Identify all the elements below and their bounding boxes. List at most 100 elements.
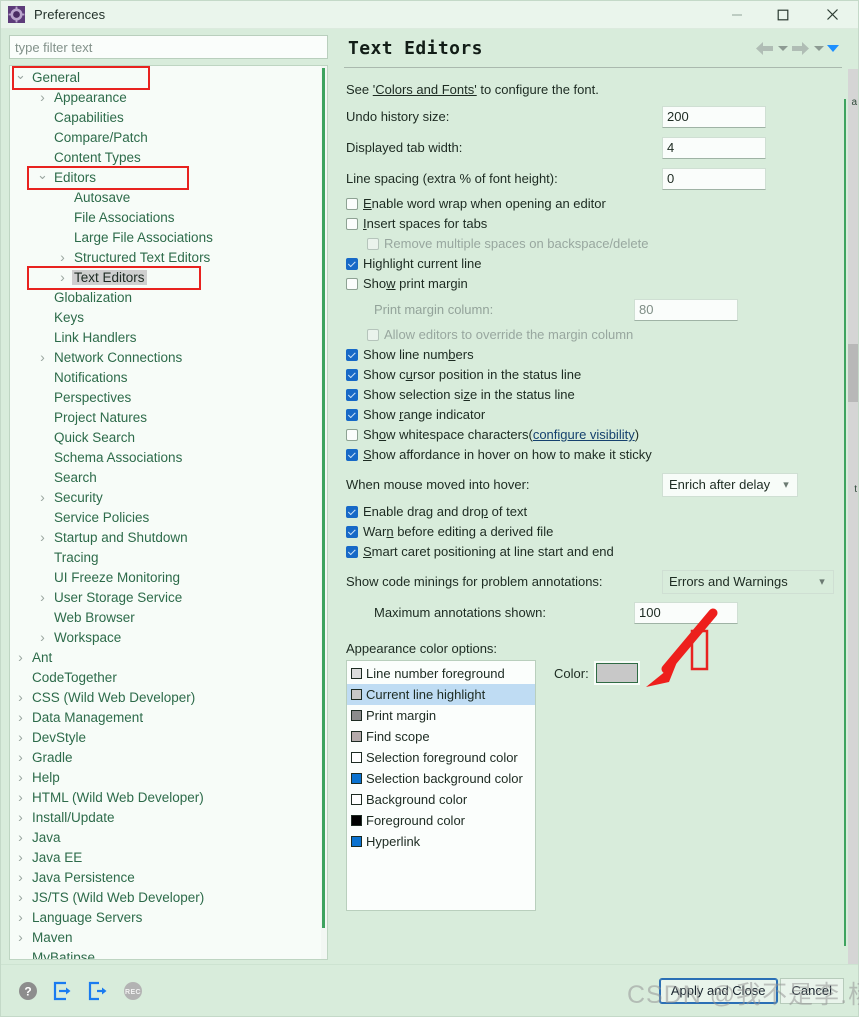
tree-item-codetogether[interactable]: CodeTogether [10,667,321,687]
tree-item-java[interactable]: › Java [10,827,321,847]
page-menu-icon[interactable] [826,43,839,54]
tree-item-perspectives[interactable]: Perspectives [10,387,321,407]
chevron-right-icon[interactable]: › [14,649,27,665]
checkbox-row[interactable]: Highlight current line [346,254,834,273]
chevron-down-icon[interactable]: ⌄ [14,67,27,83]
color-option-item[interactable]: Line number foreground [347,663,535,684]
chevron-right-icon[interactable]: › [14,809,27,825]
chevron-right-icon[interactable]: › [14,829,27,845]
tree-item-project-natures[interactable]: Project Natures [10,407,321,427]
cancel-button[interactable]: Cancel [779,977,844,1004]
whitespace-row[interactable]: Show whitespace characters (configure vi… [346,425,834,444]
minimize-button[interactable] [714,1,760,29]
close-button[interactable] [806,1,858,29]
checkbox[interactable] [346,505,358,518]
tree-item-data-management[interactable]: › Data Management [10,707,321,727]
checkbox-row[interactable]: Smart caret positioning at line start an… [346,542,834,561]
apply-and-close-button[interactable]: Apply and Close [658,977,778,1004]
chevron-right-icon[interactable]: › [56,249,69,265]
rec-icon[interactable]: REC [122,980,144,1002]
chevron-right-icon[interactable]: › [14,749,27,765]
checkbox-row[interactable]: Show cursor position in the status line [346,365,834,384]
tree-item-tracing[interactable]: Tracing [10,547,321,567]
forward-dropdown-icon[interactable] [813,43,824,54]
chevron-right-icon[interactable]: › [14,909,27,925]
chevron-right-icon[interactable]: › [36,629,49,645]
tree-item-link-handlers[interactable]: Link Handlers [10,327,321,347]
chevron-right-icon[interactable]: › [36,349,49,365]
tree-item-help[interactable]: › Help [10,767,321,787]
tree-item-keys[interactable]: Keys [10,307,321,327]
appearance-color-list[interactable]: Line number foreground Current line highl… [346,660,536,911]
tree-item-workspace[interactable]: › Workspace [10,627,321,647]
tree-item-startup-and-shutdown[interactable]: › Startup and Shutdown [10,527,321,547]
chevron-right-icon[interactable]: › [14,769,27,785]
checkbox[interactable] [346,217,358,230]
whitespace-checkbox[interactable] [346,428,358,441]
checkbox[interactable] [346,408,358,421]
tree-item-structured-text-editors[interactable]: › Structured Text Editors [10,247,321,267]
tree-item-network-connections[interactable]: › Network Connections [10,347,321,367]
color-option-item[interactable]: Current line highlight [347,684,535,705]
tree-item-js-ts-wild-web-developer[interactable]: › JS/TS (Wild Web Developer) [10,887,321,907]
export-icon[interactable] [87,980,109,1002]
checkbox[interactable] [346,197,358,210]
page-inner-scroll-line[interactable] [844,99,846,946]
checkbox-row[interactable]: Show line numbers [346,345,834,364]
tree-item-ui-freeze-monitoring[interactable]: UI Freeze Monitoring [10,567,321,587]
max-annotations-input[interactable] [634,601,738,624]
tree-item-java-ee[interactable]: › Java EE [10,847,321,867]
checkbox-row[interactable]: Enable word wrap when opening an editor [346,194,834,213]
checkbox[interactable] [346,368,358,381]
tree-item-quick-search[interactable]: Quick Search [10,427,321,447]
affordance-checkbox[interactable] [346,448,358,461]
code-minings-select[interactable]: Errors and Warnings ▾ [662,569,834,594]
checkbox-row[interactable]: Warn before editing a derived file [346,522,834,541]
checkbox[interactable] [346,388,358,401]
color-option-item[interactable]: Foreground color [347,810,535,831]
tree-item-mybatipse[interactable]: MyBatipse [10,947,321,960]
checkbox-row[interactable]: Show range indicator [346,405,834,424]
forward-arrow-icon[interactable] [791,41,810,56]
page-scrollbar-thumb[interactable] [848,344,858,402]
checkbox-row[interactable]: Show print margin [346,274,834,293]
tree-item-appearance[interactable]: › Appearance [10,87,321,107]
back-arrow-icon[interactable] [755,41,774,56]
help-icon[interactable]: ? [17,980,39,1002]
chevron-right-icon[interactable]: › [14,789,27,805]
allow-override-row[interactable]: Allow editors to override the margin col… [346,325,834,344]
tree-item-editors[interactable]: ⌄ Editors [10,166,321,190]
field-input[interactable] [662,136,766,159]
color-option-item[interactable]: Print margin [347,705,535,726]
print-margin-input[interactable] [634,298,738,321]
checkbox[interactable] [367,237,379,250]
affordance-row[interactable]: Show affordance in hover on how to make … [346,445,834,464]
tree-item-devstyle[interactable]: › DevStyle [10,727,321,747]
checkbox[interactable] [346,348,358,361]
tree-item-notifications[interactable]: Notifications [10,367,321,387]
hover-select[interactable]: Enrich after delay ▾ [662,472,798,497]
tree-scrollbar[interactable] [321,66,327,959]
import-icon[interactable] [52,980,74,1002]
tree-item-schema-associations[interactable]: Schema Associations [10,447,321,467]
checkbox-row[interactable]: Remove multiple spaces on backspace/dele… [346,234,834,253]
field-input[interactable] [662,167,766,190]
chevron-right-icon[interactable]: › [14,869,27,885]
chevron-right-icon[interactable]: › [14,929,27,945]
filter-input[interactable] [9,35,328,59]
tree-item-css-wild-web-developer[interactable]: › CSS (Wild Web Developer) [10,687,321,707]
chevron-right-icon[interactable]: › [36,589,49,605]
color-option-item[interactable]: Find scope [347,726,535,747]
checkbox-row[interactable]: Show selection size in the status line [346,385,834,404]
tree-item-search[interactable]: Search [10,467,321,487]
tree-item-maven[interactable]: › Maven [10,927,321,947]
chevron-right-icon[interactable]: › [14,689,27,705]
tree-item-globalization[interactable]: Globalization [10,287,321,307]
checkbox-row[interactable]: Enable drag and drop of text [346,502,834,521]
tree-item-gradle[interactable]: › Gradle [10,747,321,767]
tree-item-language-servers[interactable]: › Language Servers [10,907,321,927]
configure-visibility-link[interactable]: configure visibility [533,427,635,442]
tree-item-capabilities[interactable]: Capabilities [10,107,321,127]
tree-item-autosave[interactable]: Autosave [10,187,321,207]
color-option-item[interactable]: Background color [347,789,535,810]
